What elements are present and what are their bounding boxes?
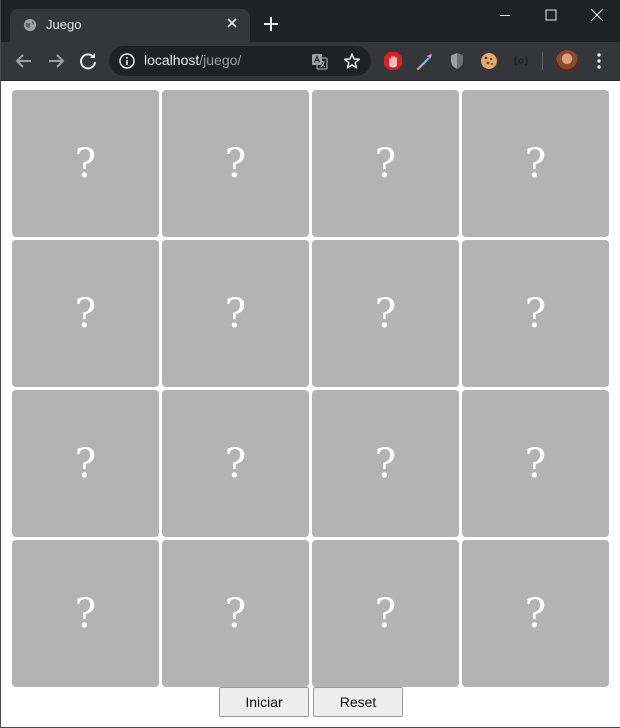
browser-toolbar: localhost/juego/ [1, 42, 620, 81]
reset-button[interactable]: Reset [313, 687, 403, 717]
card[interactable]: ? [12, 90, 159, 237]
page-content: ? ? ? ? ? ? ? ? ? ? ? ? ? ? ? ? Iniciar … [2, 81, 620, 727]
card[interactable]: ? [462, 90, 609, 237]
card[interactable]: ? [162, 90, 309, 237]
card-face: ? [374, 440, 397, 487]
card[interactable]: ? [312, 390, 459, 537]
close-window-icon[interactable] [574, 0, 620, 30]
card[interactable]: ? [462, 540, 609, 687]
start-button[interactable]: Iniciar [219, 687, 309, 717]
translate-icon[interactable] [311, 53, 328, 70]
info-icon[interactable] [119, 53, 135, 69]
more-menu-icon[interactable] [589, 51, 609, 71]
title-bar: Juego [1, 0, 620, 42]
profile-avatar[interactable] [556, 50, 578, 72]
browser-window: Juego localhost/juego/ ? ? ? ? ? ? ? ? ?… [0, 0, 620, 728]
cookie-extension-icon[interactable] [479, 51, 499, 71]
card[interactable]: ? [12, 240, 159, 387]
card[interactable]: ? [462, 390, 609, 537]
card-face: ? [524, 290, 547, 337]
card[interactable]: ? [462, 240, 609, 387]
maximize-icon[interactable] [528, 0, 574, 30]
card[interactable]: ? [162, 240, 309, 387]
card[interactable]: ? [312, 540, 459, 687]
browser-tab[interactable]: Juego [10, 9, 250, 42]
url-host: localhost [144, 52, 200, 68]
address-bar[interactable]: localhost/juego/ [109, 46, 371, 76]
memory-board: ? ? ? ? ? ? ? ? ? ? ? ? ? ? ? ? [12, 90, 610, 688]
card-face: ? [224, 290, 247, 337]
card-face: ? [224, 590, 247, 637]
reload-icon[interactable] [75, 48, 101, 74]
card-face: ? [374, 140, 397, 187]
game-controls: Iniciar Reset [2, 687, 620, 719]
card-face: ? [74, 140, 97, 187]
card-face: ? [524, 440, 547, 487]
toolbar-divider [542, 52, 543, 70]
new-tab-icon[interactable] [261, 14, 281, 34]
card[interactable]: ? [312, 240, 459, 387]
card-face: ? [74, 590, 97, 637]
card[interactable]: ? [162, 540, 309, 687]
card-face: ? [224, 440, 247, 487]
ad-block-extension-icon[interactable] [383, 51, 403, 71]
card[interactable]: ? [162, 390, 309, 537]
card-face: ? [524, 140, 547, 187]
card[interactable]: ? [312, 90, 459, 237]
color-picker-extension-icon[interactable] [415, 51, 435, 71]
code-extension-icon[interactable] [511, 51, 531, 71]
card[interactable]: ? [12, 390, 159, 537]
close-tab-icon[interactable] [224, 15, 240, 31]
card-face: ? [524, 590, 547, 637]
back-arrow-icon[interactable] [11, 48, 37, 74]
card[interactable]: ? [12, 540, 159, 687]
minimize-icon[interactable] [482, 0, 528, 30]
card-face: ? [74, 440, 97, 487]
globe-icon [23, 18, 37, 32]
shield-extension-icon[interactable] [447, 51, 467, 71]
bookmark-star-icon[interactable] [343, 52, 361, 70]
tab-title: Juego [46, 17, 82, 32]
card-face: ? [74, 290, 97, 337]
card-face: ? [374, 590, 397, 637]
forward-arrow-icon[interactable] [43, 48, 69, 74]
card-face: ? [224, 140, 247, 187]
card-face: ? [374, 290, 397, 337]
url-path: /juego/ [199, 52, 242, 68]
url-text[interactable]: localhost/juego/ [144, 52, 241, 68]
